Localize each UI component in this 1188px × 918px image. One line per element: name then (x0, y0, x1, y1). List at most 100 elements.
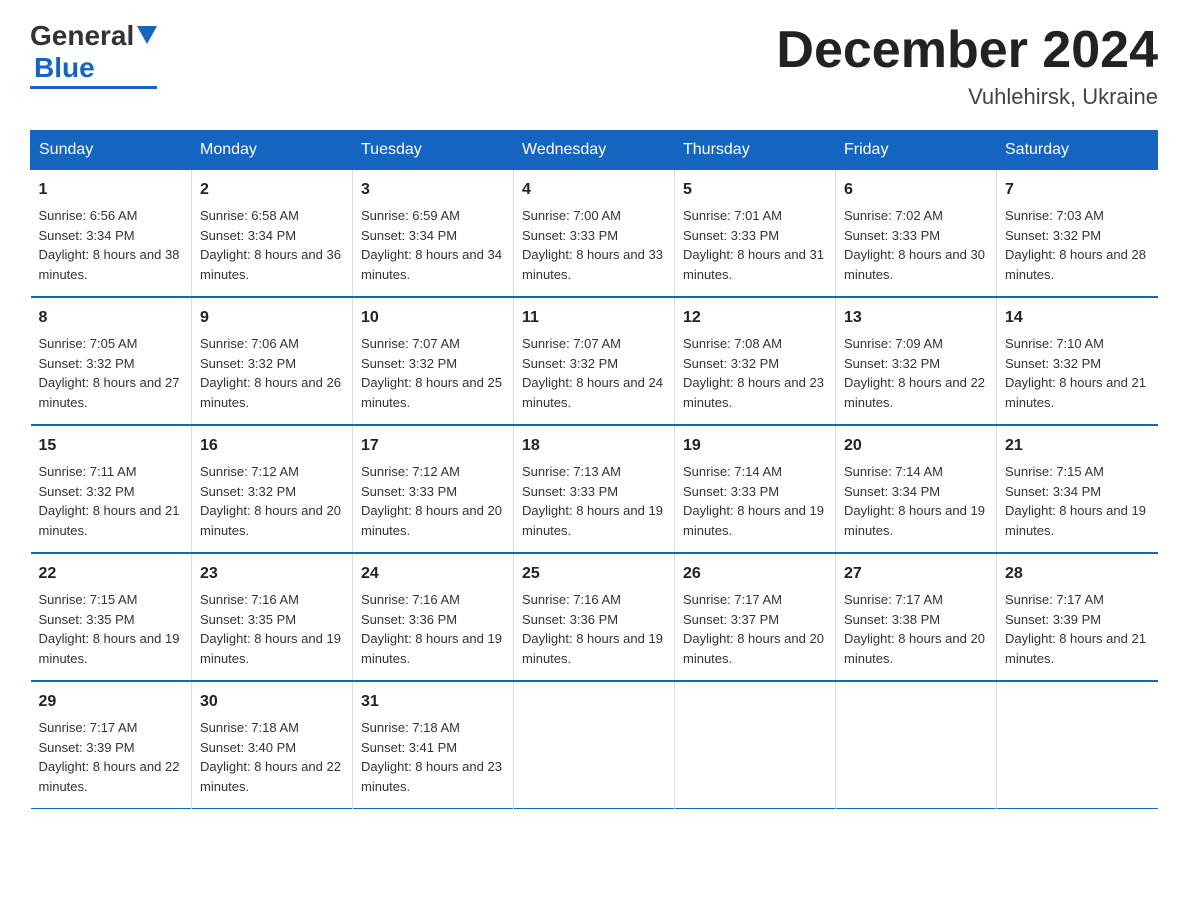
day-sunrise: Sunrise: 7:03 AM (1005, 208, 1104, 223)
day-sunset: Sunset: 3:32 PM (361, 356, 457, 371)
day-number: 31 (361, 690, 505, 714)
day-cell: 20 Sunrise: 7:14 AM Sunset: 3:34 PM Dayl… (836, 425, 997, 553)
day-number: 27 (844, 562, 988, 586)
day-sunset: Sunset: 3:32 PM (1005, 228, 1101, 243)
day-daylight: Daylight: 8 hours and 24 minutes. (522, 375, 663, 410)
weekday-header-saturday: Saturday (997, 131, 1158, 170)
day-sunset: Sunset: 3:32 PM (200, 484, 296, 499)
day-daylight: Daylight: 8 hours and 23 minutes. (361, 759, 502, 794)
day-daylight: Daylight: 8 hours and 33 minutes. (522, 247, 663, 282)
day-cell (997, 681, 1158, 809)
day-sunset: Sunset: 3:41 PM (361, 740, 457, 755)
day-number: 19 (683, 434, 827, 458)
title-block: December 2024 Vuhlehirsk, Ukraine (776, 20, 1158, 110)
day-sunset: Sunset: 3:32 PM (522, 356, 618, 371)
day-cell: 19 Sunrise: 7:14 AM Sunset: 3:33 PM Dayl… (675, 425, 836, 553)
day-sunrise: Sunrise: 7:14 AM (683, 464, 782, 479)
day-sunrise: Sunrise: 7:08 AM (683, 336, 782, 351)
day-cell: 18 Sunrise: 7:13 AM Sunset: 3:33 PM Dayl… (514, 425, 675, 553)
day-sunset: Sunset: 3:32 PM (844, 356, 940, 371)
day-cell: 13 Sunrise: 7:09 AM Sunset: 3:32 PM Dayl… (836, 297, 997, 425)
day-sunrise: Sunrise: 6:56 AM (39, 208, 138, 223)
day-sunrise: Sunrise: 7:18 AM (361, 720, 460, 735)
day-daylight: Daylight: 8 hours and 36 minutes. (200, 247, 341, 282)
day-cell: 31 Sunrise: 7:18 AM Sunset: 3:41 PM Dayl… (353, 681, 514, 809)
day-sunset: Sunset: 3:34 PM (361, 228, 457, 243)
day-cell: 7 Sunrise: 7:03 AM Sunset: 3:32 PM Dayli… (997, 170, 1158, 298)
day-sunrise: Sunrise: 7:14 AM (844, 464, 943, 479)
day-sunrise: Sunrise: 7:02 AM (844, 208, 943, 223)
day-number: 5 (683, 178, 827, 202)
day-number: 17 (361, 434, 505, 458)
weekday-header-friday: Friday (836, 131, 997, 170)
day-number: 10 (361, 306, 505, 330)
day-number: 8 (39, 306, 184, 330)
day-number: 11 (522, 306, 666, 330)
day-number: 18 (522, 434, 666, 458)
day-sunrise: Sunrise: 7:07 AM (361, 336, 460, 351)
week-row-5: 29 Sunrise: 7:17 AM Sunset: 3:39 PM Dayl… (31, 681, 1158, 809)
day-cell: 28 Sunrise: 7:17 AM Sunset: 3:39 PM Dayl… (997, 553, 1158, 681)
day-sunrise: Sunrise: 7:16 AM (522, 592, 621, 607)
day-sunset: Sunset: 3:34 PM (200, 228, 296, 243)
day-number: 1 (39, 178, 184, 202)
day-cell (675, 681, 836, 809)
day-sunrise: Sunrise: 7:12 AM (361, 464, 460, 479)
day-daylight: Daylight: 8 hours and 34 minutes. (361, 247, 502, 282)
day-daylight: Daylight: 8 hours and 25 minutes. (361, 375, 502, 410)
day-number: 7 (1005, 178, 1150, 202)
day-cell: 29 Sunrise: 7:17 AM Sunset: 3:39 PM Dayl… (31, 681, 192, 809)
day-sunset: Sunset: 3:34 PM (844, 484, 940, 499)
weekday-header-row: SundayMondayTuesdayWednesdayThursdayFrid… (31, 131, 1158, 170)
day-sunrise: Sunrise: 7:09 AM (844, 336, 943, 351)
day-cell: 1 Sunrise: 6:56 AM Sunset: 3:34 PM Dayli… (31, 170, 192, 298)
day-number: 30 (200, 690, 344, 714)
day-sunrise: Sunrise: 7:06 AM (200, 336, 299, 351)
logo-blue-text: Blue (34, 52, 95, 83)
logo-general-text: General (30, 20, 134, 52)
day-sunset: Sunset: 3:37 PM (683, 612, 779, 627)
day-number: 28 (1005, 562, 1150, 586)
day-sunrise: Sunrise: 7:18 AM (200, 720, 299, 735)
day-cell: 6 Sunrise: 7:02 AM Sunset: 3:33 PM Dayli… (836, 170, 997, 298)
day-sunrise: Sunrise: 7:15 AM (1005, 464, 1104, 479)
day-daylight: Daylight: 8 hours and 22 minutes. (200, 759, 341, 794)
day-sunrise: Sunrise: 7:17 AM (844, 592, 943, 607)
day-sunrise: Sunrise: 7:12 AM (200, 464, 299, 479)
day-sunrise: Sunrise: 7:15 AM (39, 592, 138, 607)
day-daylight: Daylight: 8 hours and 19 minutes. (1005, 503, 1146, 538)
day-number: 16 (200, 434, 344, 458)
day-number: 9 (200, 306, 344, 330)
day-sunset: Sunset: 3:34 PM (1005, 484, 1101, 499)
day-number: 2 (200, 178, 344, 202)
day-cell: 9 Sunrise: 7:06 AM Sunset: 3:32 PM Dayli… (192, 297, 353, 425)
weekday-header-tuesday: Tuesday (353, 131, 514, 170)
day-sunset: Sunset: 3:33 PM (683, 228, 779, 243)
day-sunset: Sunset: 3:36 PM (361, 612, 457, 627)
day-cell: 16 Sunrise: 7:12 AM Sunset: 3:32 PM Dayl… (192, 425, 353, 553)
day-number: 12 (683, 306, 827, 330)
day-sunset: Sunset: 3:34 PM (39, 228, 135, 243)
day-number: 13 (844, 306, 988, 330)
day-cell: 17 Sunrise: 7:12 AM Sunset: 3:33 PM Dayl… (353, 425, 514, 553)
day-daylight: Daylight: 8 hours and 19 minutes. (522, 503, 663, 538)
day-cell: 12 Sunrise: 7:08 AM Sunset: 3:32 PM Dayl… (675, 297, 836, 425)
weekday-header-wednesday: Wednesday (514, 131, 675, 170)
day-sunset: Sunset: 3:35 PM (39, 612, 135, 627)
day-number: 14 (1005, 306, 1150, 330)
logo-underline (30, 86, 157, 89)
day-daylight: Daylight: 8 hours and 31 minutes. (683, 247, 824, 282)
day-number: 3 (361, 178, 505, 202)
day-cell: 23 Sunrise: 7:16 AM Sunset: 3:35 PM Dayl… (192, 553, 353, 681)
day-sunset: Sunset: 3:33 PM (361, 484, 457, 499)
page-header: General Blue December 2024 Vuhlehirsk, U… (30, 20, 1158, 110)
day-number: 29 (39, 690, 184, 714)
day-number: 22 (39, 562, 184, 586)
day-number: 15 (39, 434, 184, 458)
day-cell: 14 Sunrise: 7:10 AM Sunset: 3:32 PM Dayl… (997, 297, 1158, 425)
day-sunset: Sunset: 3:39 PM (39, 740, 135, 755)
day-sunrise: Sunrise: 7:05 AM (39, 336, 138, 351)
calendar-table: SundayMondayTuesdayWednesdayThursdayFrid… (30, 130, 1158, 809)
day-number: 4 (522, 178, 666, 202)
day-sunset: Sunset: 3:32 PM (683, 356, 779, 371)
